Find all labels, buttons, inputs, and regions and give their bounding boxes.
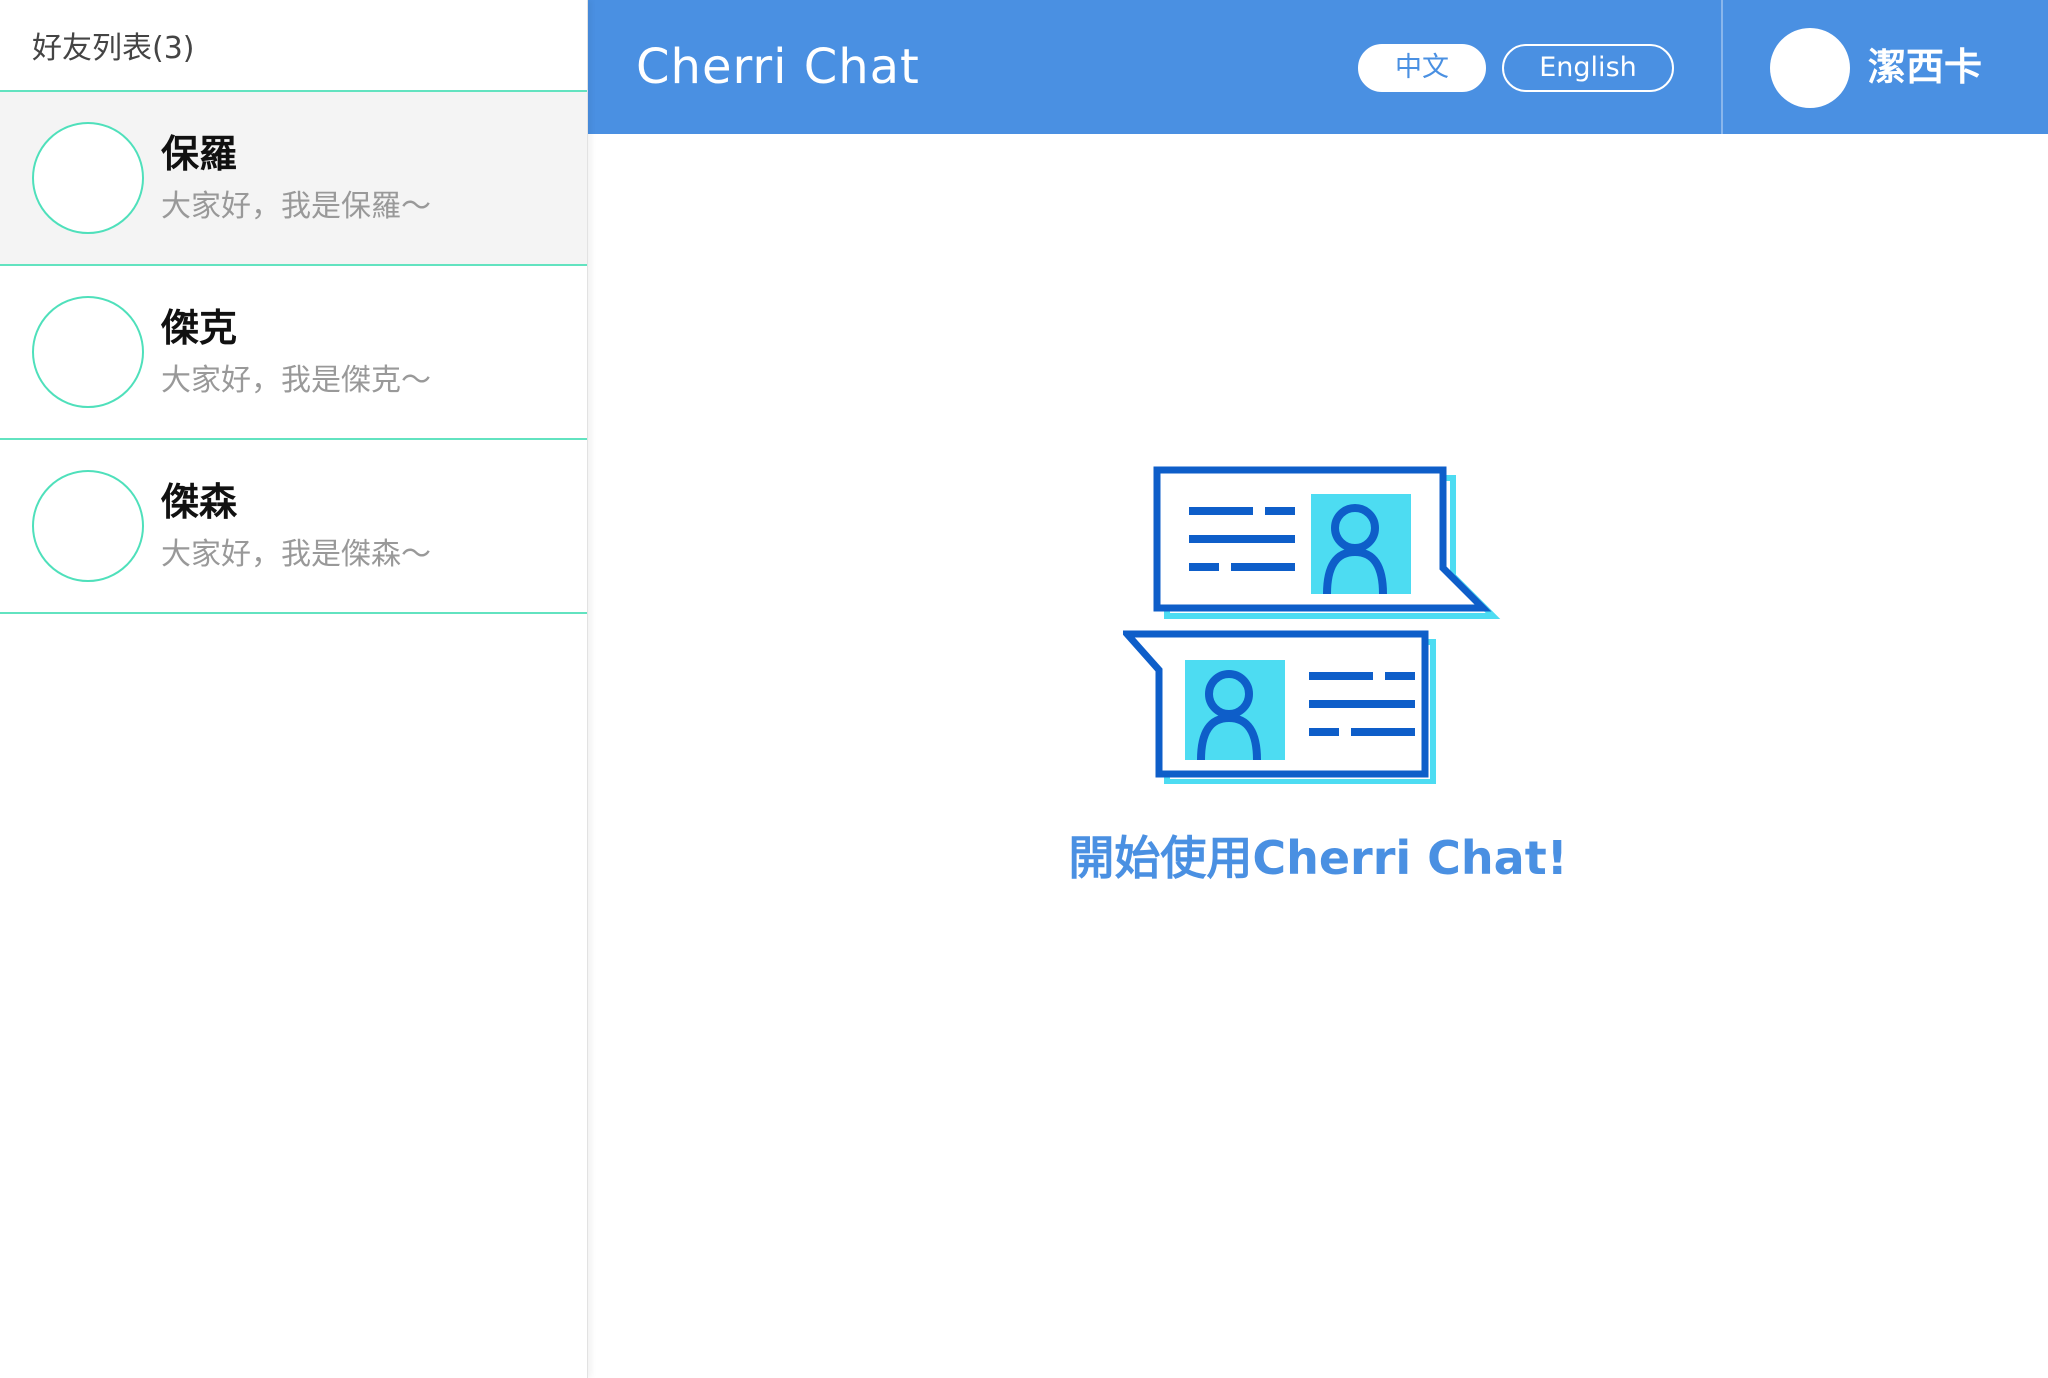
welcome-message: 開始使用Cherri Chat! [1068,831,1568,885]
friend-status: 大家好，我是傑森～ [161,537,431,572]
friend-text: 傑森 大家好，我是傑森～ [161,479,431,573]
chat-bubbles-icon [1123,466,1501,784]
friend-name: 傑森 [161,480,238,524]
friend-item-jason[interactable]: 傑森 大家好，我是傑森～ [0,440,587,614]
friend-text: 保羅 大家好，我是保羅～ [161,131,431,225]
friend-status: 大家好，我是保羅～ [161,189,431,224]
app-brand: Cherri Chat [636,39,920,95]
main-content: 開始使用Cherri Chat! [588,134,2048,1378]
language-chinese-button[interactable]: 中文 [1358,44,1486,92]
chat-app: 好友列表(3) 保羅 大家好，我是保羅～ 傑克 大家好，我是傑克～ 傑森 大家好… [0,0,2048,1378]
friend-item-jack[interactable]: 傑克 大家好，我是傑克～ [0,266,587,440]
friend-avatar [32,122,144,234]
friend-text: 傑克 大家好，我是傑克～ [161,305,431,399]
friend-list-sidebar: 好友列表(3) 保羅 大家好，我是保羅～ 傑克 大家好，我是傑克～ 傑森 大家好… [0,0,588,1378]
friend-avatar [32,296,144,408]
friend-avatar [32,470,144,582]
friend-status: 大家好，我是傑克～ [161,363,431,398]
friend-item-paul[interactable]: 保羅 大家好，我是保羅～ [0,92,587,266]
friend-name: 保羅 [161,132,238,176]
friend-list-title: 好友列表(3) [0,0,587,92]
top-bar: Cherri Chat 中文 English 潔西卡 [588,0,2048,134]
user-name[interactable]: 潔西卡 [1868,0,1982,134]
topbar-divider [1721,0,1723,134]
user-avatar[interactable] [1770,28,1850,108]
language-english-button[interactable]: English [1502,44,1674,92]
friend-name: 傑克 [161,306,238,350]
